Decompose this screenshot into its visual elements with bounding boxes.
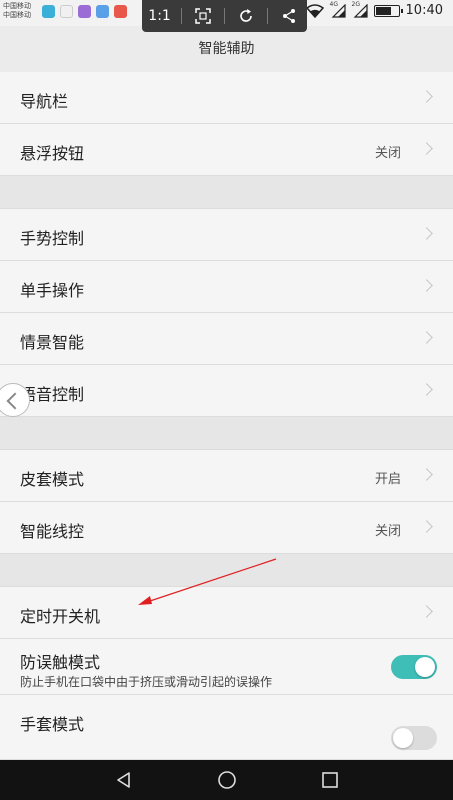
- divider: [180, 8, 182, 24]
- toggle-knob: [415, 657, 435, 677]
- wifi-icon: [305, 3, 324, 18]
- carrier-2: 中国移动: [3, 11, 31, 19]
- section-gap: [0, 417, 453, 450]
- settings-row-cover-mode[interactable]: 皮套模式 开启: [0, 450, 453, 502]
- signal-2-icon: 2G: [351, 0, 368, 18]
- app-notification-icon: [96, 5, 109, 18]
- ratio-button[interactable]: 1:1: [146, 4, 174, 28]
- app-notification-icon: [78, 5, 91, 18]
- recents-icon[interactable]: [320, 770, 340, 790]
- settings-row-floating-button[interactable]: 悬浮按钮 关闭: [0, 124, 453, 176]
- rotate-icon: [240, 9, 252, 22]
- clock: 10:40: [405, 3, 443, 18]
- share-icon: [283, 9, 296, 23]
- chevron-right-icon: [420, 142, 433, 155]
- share-button[interactable]: [275, 4, 303, 28]
- divider: [223, 8, 225, 24]
- toggle-knob: [393, 728, 413, 748]
- chevron-right-icon: [420, 279, 433, 292]
- chevron-right-icon: [420, 383, 433, 396]
- crop-icon: [195, 8, 211, 24]
- row-label: 智能线控: [20, 522, 85, 541]
- glove-mode-toggle[interactable]: [391, 726, 437, 750]
- row-label: 情景智能: [20, 333, 85, 352]
- crop-button[interactable]: [189, 4, 217, 28]
- settings-row-wire-control[interactable]: 智能线控 关闭: [0, 502, 453, 554]
- settings-row-pocket-mode[interactable]: 防误触模式 防止手机在口袋中由于挤压或滑动引起的误操作: [0, 639, 453, 695]
- battery-icon: [373, 4, 403, 17]
- row-label: 防误触模式: [20, 653, 101, 672]
- app-notification-icon: [60, 5, 73, 18]
- row-label: 单手操作: [20, 281, 85, 300]
- row-label: 定时开关机: [20, 607, 101, 626]
- navigation-bar: [0, 760, 453, 800]
- status-icons: 4G 2G 10:40: [305, 0, 443, 18]
- page-title: 智能辅助: [198, 41, 255, 57]
- carrier-1: 中国移动: [3, 2, 31, 10]
- section-gap: [0, 176, 453, 209]
- screenshot-toolbar: 1:1: [142, 0, 307, 32]
- row-label: 导航栏: [20, 92, 69, 111]
- app-notification-icon: [114, 5, 127, 18]
- row-label: 手套模式: [20, 715, 85, 734]
- pocket-mode-toggle[interactable]: [391, 655, 437, 679]
- signal-1-label: 4G: [329, 0, 338, 8]
- carrier-labels: 中国移动 中国移动: [3, 2, 31, 20]
- row-label: 悬浮按钮: [20, 144, 85, 163]
- signal-2-label: 2G: [351, 0, 360, 8]
- chevron-right-icon: [420, 227, 433, 240]
- chevron-right-icon: [420, 520, 433, 533]
- settings-row-gesture-control[interactable]: 手势控制: [0, 209, 453, 261]
- row-label: 手势控制: [20, 229, 85, 248]
- rotate-button[interactable]: [232, 4, 260, 28]
- divider: [267, 8, 269, 24]
- chevron-right-icon: [420, 331, 433, 344]
- row-value: 关闭: [374, 524, 401, 539]
- row-subtitle: 防止手机在口袋中由于挤压或滑动引起的误操作: [20, 675, 273, 689]
- chevron-right-icon: [420, 90, 433, 103]
- row-value: 关闭: [374, 146, 401, 161]
- settings-row-glove-mode[interactable]: 手套模式: [0, 695, 453, 760]
- signal-1-icon: 4G: [329, 0, 346, 18]
- row-value: 开启: [374, 472, 401, 487]
- app-notification-icon: [42, 5, 55, 18]
- settings-row-voice-control[interactable]: 语音控制: [0, 365, 453, 417]
- settings-row-scene-smart[interactable]: 情景智能: [0, 313, 453, 365]
- settings-row-one-hand[interactable]: 单手操作: [0, 261, 453, 313]
- ratio-label: 1:1: [148, 8, 171, 24]
- settings-row-nav-bar[interactable]: 导航栏: [0, 72, 453, 124]
- row-label: 皮套模式: [20, 470, 85, 489]
- chevron-right-icon: [420, 605, 433, 618]
- back-icon[interactable]: [114, 770, 134, 790]
- home-icon[interactable]: [217, 770, 237, 790]
- chevron-right-icon: [420, 468, 433, 481]
- red-arrow-annotation: [138, 558, 277, 605]
